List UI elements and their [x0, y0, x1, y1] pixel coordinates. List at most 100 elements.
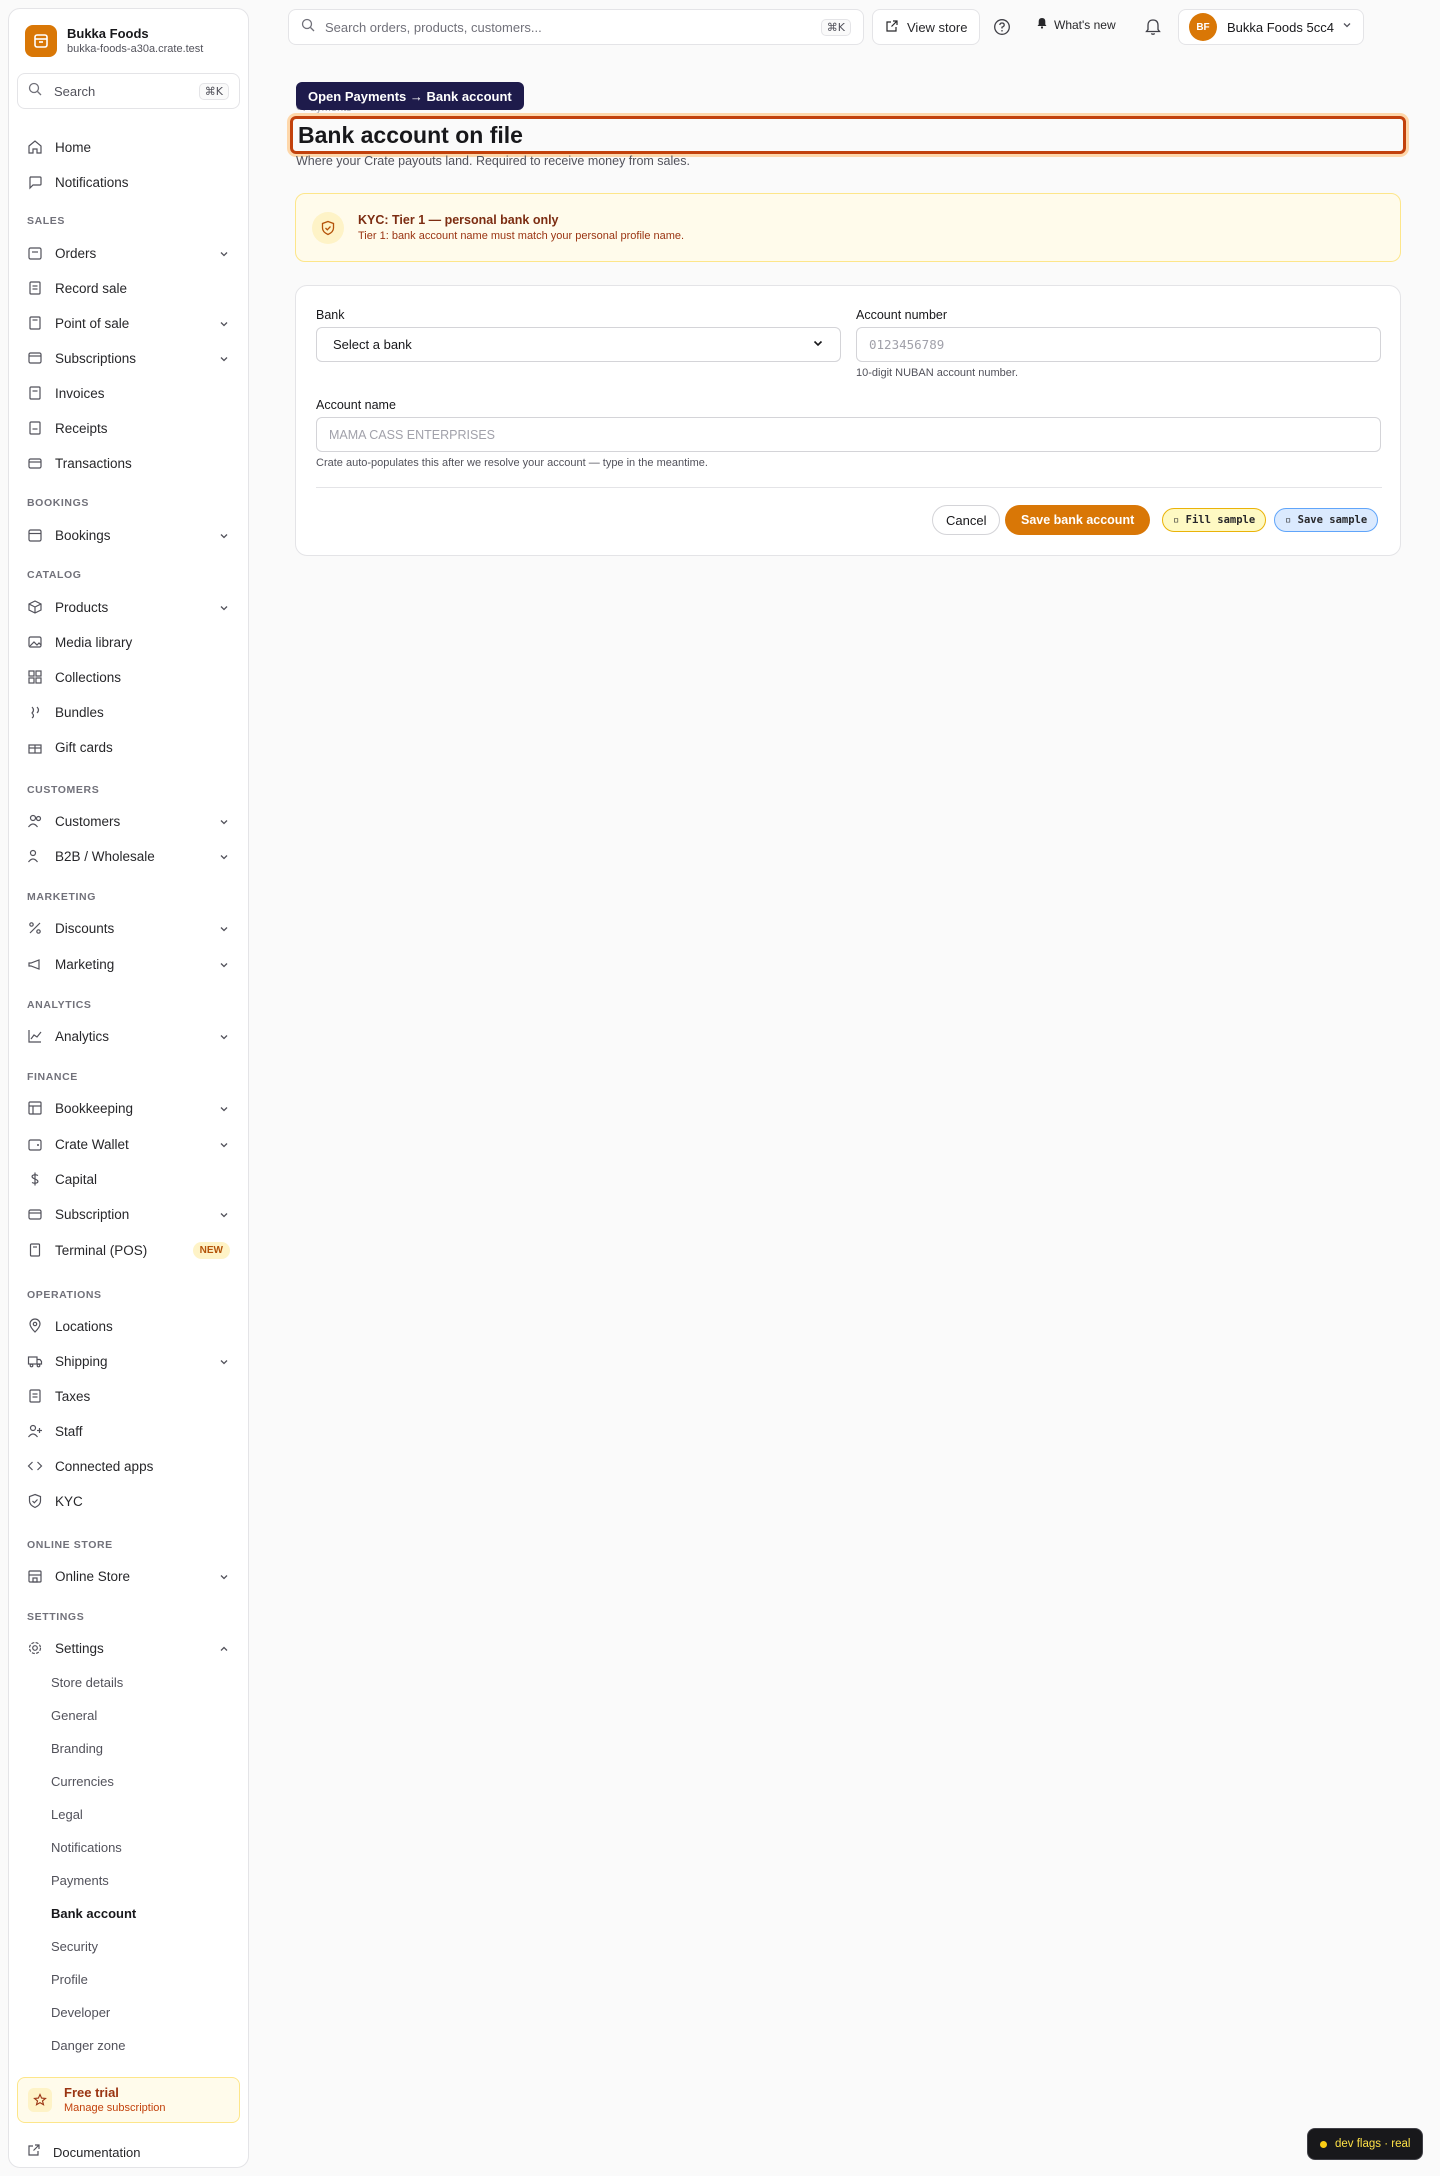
sidebar-item-gift-cards[interactable]: Gift cards [17, 731, 240, 763]
whats-new-label: What's new [1054, 17, 1116, 32]
navigation-hint-tooltip: Open Payments → Bank account [296, 82, 524, 110]
global-search-input[interactable]: Search orders, products, customers... ⌘K [288, 9, 864, 45]
sidebar: Bukka Foods bukka-foods-a30a.crate.test … [8, 8, 249, 2168]
percent-icon [27, 920, 43, 936]
settings-sub-notifications[interactable]: Notifications [51, 1840, 122, 1855]
shield-check-icon [312, 211, 344, 244]
global-search-shortcut: ⌘K [820, 18, 851, 36]
sidebar-item-receipts[interactable]: Receipts [17, 412, 240, 444]
free-trial-card[interactable]: Free trial Manage subscription [17, 2077, 240, 2123]
view-store-button[interactable]: View store [872, 9, 981, 45]
settings-sub-store-details[interactable]: Store details [51, 1675, 123, 1690]
bank-select[interactable]: Select a bank [316, 327, 841, 362]
settings-sub-bank-account[interactable]: Bank account [51, 1906, 136, 1921]
user-plus-icon [27, 1423, 43, 1439]
save-bank-account-button[interactable]: Save bank account [1005, 505, 1151, 535]
nav-section-catalog: CATALOG [27, 569, 82, 581]
kyc-notice-text: Tier 1: bank account name must match you… [358, 229, 685, 242]
sidebar-item-b2b-wholesale[interactable]: B2B / Wholesale [17, 840, 240, 872]
sidebar-item-point-of-sale[interactable]: Point of sale [17, 307, 240, 339]
sidebar-item-discounts[interactable]: Discounts [17, 912, 240, 944]
sidebar-item-media-library[interactable]: Media library [17, 626, 240, 658]
sidebar-item-kyc[interactable]: KYC [17, 1485, 240, 1517]
help-icon[interactable] [990, 15, 1014, 39]
sidebar-search[interactable]: Search ⌘K [17, 73, 240, 109]
account-name: Bukka Foods 5cc4 [1227, 19, 1334, 35]
settings-sub-profile[interactable]: Profile [51, 1972, 88, 1987]
account-switcher[interactable]: BF Bukka Foods 5cc4 [1178, 9, 1364, 45]
sidebar-item-label: Bookings [55, 527, 111, 543]
sidebar-item-label: Point of sale [55, 315, 130, 331]
view-store-label: View store [907, 19, 968, 35]
dev-flags-toggle[interactable]: dev flags · real [1307, 2128, 1424, 2160]
sidebar-item-label: Taxes [55, 1388, 91, 1404]
sidebar-item-shipping[interactable]: Shipping [17, 1345, 240, 1377]
cancel-button[interactable]: Cancel [932, 505, 1001, 535]
nav-section-bookings: BOOKINGS [27, 497, 89, 509]
new-badge: NEW [192, 1241, 230, 1259]
settings-sub-branding[interactable]: Branding [51, 1741, 103, 1756]
map-pin-icon [27, 1318, 43, 1334]
sidebar-item-notifications[interactable]: Notifications [17, 166, 240, 198]
sidebar-item-label: Home [55, 139, 92, 155]
sidebar-item-locations[interactable]: Locations [17, 1310, 240, 1342]
save-sample-button[interactable]: ▫ Save sample [1274, 508, 1379, 532]
manage-subscription-link[interactable]: Manage subscription [64, 2101, 166, 2115]
sidebar-item-home[interactable]: Home [17, 131, 240, 163]
settings-sub-danger-zone[interactable]: Danger zone [51, 2038, 125, 2053]
sidebar-item-label: Gift cards [55, 739, 113, 755]
bell-filled-icon [1036, 17, 1048, 32]
notifications-bell-icon[interactable] [1141, 15, 1165, 39]
settings-sub-currencies[interactable]: Currencies [51, 1774, 114, 1789]
sidebar-item-staff[interactable]: Staff [17, 1415, 240, 1447]
sidebar-item-bookkeeping[interactable]: Bookkeeping [17, 1092, 240, 1124]
sidebar-item-terminal[interactable]: Terminal (POS) NEW [17, 1234, 240, 1266]
sidebar-item-transactions[interactable]: Transactions [17, 447, 240, 479]
sidebar-item-marketing[interactable]: Marketing [17, 948, 240, 980]
global-search-placeholder: Search orders, products, customers... [325, 19, 542, 35]
sidebar-item-invoices[interactable]: Invoices [17, 377, 240, 409]
account-name-label: Account name [316, 398, 396, 412]
sidebar-item-orders[interactable]: Orders [17, 237, 240, 269]
sidebar-item-subscription[interactable]: Subscription [17, 1198, 240, 1230]
sidebar-item-label: Online Store [55, 1568, 131, 1584]
fill-sample-button[interactable]: ▫ Fill sample [1162, 508, 1267, 532]
settings-sub-developer[interactable]: Developer [51, 2005, 110, 2020]
sidebar-item-label: B2B / Wholesale [55, 848, 155, 864]
brand[interactable]: Bukka Foods bukka-foods-a30a.crate.test [25, 25, 203, 57]
card-icon [27, 455, 43, 471]
sidebar-item-online-store[interactable]: Online Store [17, 1560, 240, 1592]
sidebar-item-capital[interactable]: Capital [17, 1163, 240, 1195]
pos-icon [27, 315, 43, 331]
sidebar-item-label: Bookkeeping [55, 1100, 134, 1116]
nav-section-settings: SETTINGS [27, 1611, 85, 1623]
settings-sub-legal[interactable]: Legal [51, 1807, 83, 1822]
chevron-down-icon [218, 1102, 230, 1114]
whats-new-button[interactable]: What's new [1036, 17, 1116, 32]
sidebar-item-record-sale[interactable]: Record sale [17, 272, 240, 304]
sidebar-item-label: Analytics [55, 1028, 110, 1044]
sidebar-item-products[interactable]: Products [17, 591, 240, 623]
account-number-input[interactable]: 0123456789 [856, 327, 1381, 362]
sidebar-item-taxes[interactable]: Taxes [17, 1380, 240, 1412]
settings-sub-payments[interactable]: Payments [51, 1873, 109, 1888]
store-logo-icon [25, 25, 57, 57]
account-name-placeholder: MAMA CASS ENTERPRISES [329, 427, 496, 442]
sidebar-item-collections[interactable]: Collections [17, 661, 240, 693]
sidebar-item-analytics[interactable]: Analytics [17, 1020, 240, 1052]
sidebar-item-subscriptions[interactable]: Subscriptions [17, 342, 240, 374]
account-name-input[interactable]: MAMA CASS ENTERPRISES [316, 417, 1381, 452]
settings-sub-security[interactable]: Security [51, 1939, 98, 1954]
chevron-down-icon [218, 1138, 230, 1150]
sidebar-item-crate-wallet[interactable]: Crate Wallet [17, 1128, 240, 1160]
sidebar-item-settings[interactable]: Settings [17, 1632, 240, 1664]
sidebar-item-connected-apps[interactable]: Connected apps [17, 1450, 240, 1482]
sidebar-item-bookings[interactable]: Bookings [17, 519, 240, 551]
sidebar-item-label: Connected apps [55, 1458, 154, 1474]
sidebar-item-bundles[interactable]: Bundles [17, 696, 240, 728]
truck-icon [27, 1353, 43, 1369]
documentation-link[interactable]: Documentation [27, 2143, 140, 2162]
settings-sub-general[interactable]: General [51, 1708, 97, 1723]
sidebar-item-customers[interactable]: Customers [17, 805, 240, 837]
sidebar-item-label: Notifications [55, 174, 129, 190]
